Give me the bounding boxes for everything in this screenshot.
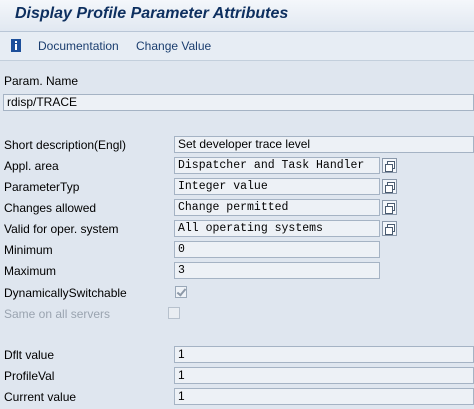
- valid-for-os-value-help-icon[interactable]: [382, 221, 397, 236]
- short-description-field[interactable]: Set developer trace level: [174, 136, 474, 153]
- parameter-type-field[interactable]: Integer value: [174, 178, 380, 195]
- maximum-label: Maximum: [4, 264, 57, 278]
- info-icon[interactable]: [10, 39, 22, 52]
- valid-for-os-field[interactable]: All operating systems: [174, 220, 380, 237]
- documentation-button[interactable]: Documentation: [38, 39, 119, 53]
- dynamically-switchable-label: DynamicallySwitchable: [4, 286, 127, 300]
- parameter-type-value-help-icon[interactable]: [382, 179, 397, 194]
- appl-area-field[interactable]: Dispatcher and Task Handler: [174, 157, 380, 174]
- appl-area-value-help-icon[interactable]: [382, 158, 397, 173]
- same-on-all-servers-checkbox[interactable]: [168, 307, 180, 319]
- param-name-field[interactable]: rdisp/TRACE: [3, 94, 474, 111]
- param-name-label: Param. Name: [4, 74, 79, 88]
- current-value-field[interactable]: 1: [174, 388, 474, 405]
- title-bar: Display Profile Parameter Attributes: [0, 0, 474, 32]
- application-toolbar: Documentation Change Value: [0, 32, 474, 61]
- changes-allowed-label: Changes allowed: [4, 201, 97, 215]
- change-value-button[interactable]: Change Value: [136, 39, 211, 53]
- parameter-type-label: ParameterTyp: [4, 180, 80, 194]
- current-value-label: Current value: [4, 390, 77, 404]
- changes-allowed-field[interactable]: Change permitted: [174, 199, 380, 216]
- same-on-all-servers-label: Same on all servers: [4, 307, 111, 321]
- minimum-field[interactable]: 0: [174, 241, 380, 258]
- dynamically-switchable-checkbox[interactable]: [175, 286, 187, 298]
- short-description-label: Short description(Engl): [4, 138, 127, 152]
- appl-area-label: Appl. area: [4, 159, 59, 173]
- minimum-label: Minimum: [4, 243, 53, 257]
- default-value-label: Dflt value: [4, 348, 55, 362]
- profile-value-label: ProfileVal: [4, 369, 55, 383]
- maximum-field[interactable]: 3: [174, 262, 380, 279]
- changes-allowed-value-help-icon[interactable]: [382, 200, 397, 215]
- profile-value-field[interactable]: 1: [174, 367, 474, 384]
- window-title: Display Profile Parameter Attributes: [15, 5, 289, 22]
- valid-for-os-label: Valid for oper. system: [4, 222, 119, 236]
- default-value-field[interactable]: 1: [174, 346, 474, 363]
